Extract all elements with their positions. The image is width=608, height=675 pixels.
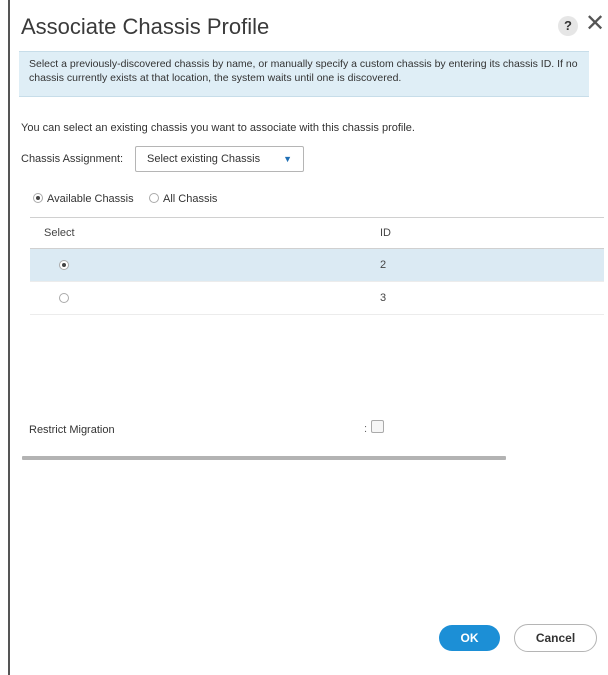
- cancel-button[interactable]: Cancel: [514, 624, 597, 652]
- chassis-assignment-label: Chassis Assignment:: [21, 153, 124, 165]
- ok-button[interactable]: OK: [439, 625, 500, 651]
- horizontal-scrollbar[interactable]: [22, 456, 506, 460]
- all-chassis-label: All Chassis: [163, 193, 218, 205]
- restrict-migration-separator: :: [364, 423, 368, 435]
- chassis-assignment-value: Select existing Chassis: [147, 153, 261, 165]
- available-chassis-radio[interactable]: [33, 193, 43, 204]
- help-icon[interactable]: ?: [558, 16, 578, 36]
- column-header-select[interactable]: Select: [44, 227, 75, 239]
- column-header-id[interactable]: ID: [380, 227, 391, 239]
- close-icon[interactable]: ✕: [585, 10, 605, 38]
- chassis-table: Select ID 2 3: [30, 217, 604, 315]
- intro-text: You can select an existing chassis you w…: [21, 122, 415, 134]
- dialog-title: Associate Chassis Profile: [21, 14, 270, 39]
- restrict-migration-checkbox[interactable]: [371, 420, 384, 433]
- restrict-migration-label: Restrict Migration: [29, 424, 115, 436]
- associate-chassis-profile-dialog: Associate Chassis Profile ? ✕ Select a p…: [8, 0, 608, 675]
- row-select-radio[interactable]: [59, 260, 69, 270]
- table-header: Select ID: [30, 217, 604, 249]
- caret-down-icon: ▼: [283, 154, 292, 164]
- table-row[interactable]: 2: [30, 249, 604, 282]
- all-chassis-option[interactable]: All Chassis: [149, 193, 217, 205]
- chassis-assignment-select[interactable]: Select existing Chassis ▼: [135, 146, 304, 172]
- row-id: 3: [380, 292, 387, 304]
- available-chassis-option[interactable]: Available Chassis: [33, 193, 134, 205]
- row-select-radio[interactable]: [59, 293, 69, 303]
- table-row[interactable]: 3: [30, 282, 604, 315]
- all-chassis-radio[interactable]: [149, 193, 159, 204]
- available-chassis-label: Available Chassis: [47, 193, 134, 205]
- info-banner: Select a previously-discovered chassis b…: [19, 51, 589, 97]
- row-id: 2: [380, 259, 387, 271]
